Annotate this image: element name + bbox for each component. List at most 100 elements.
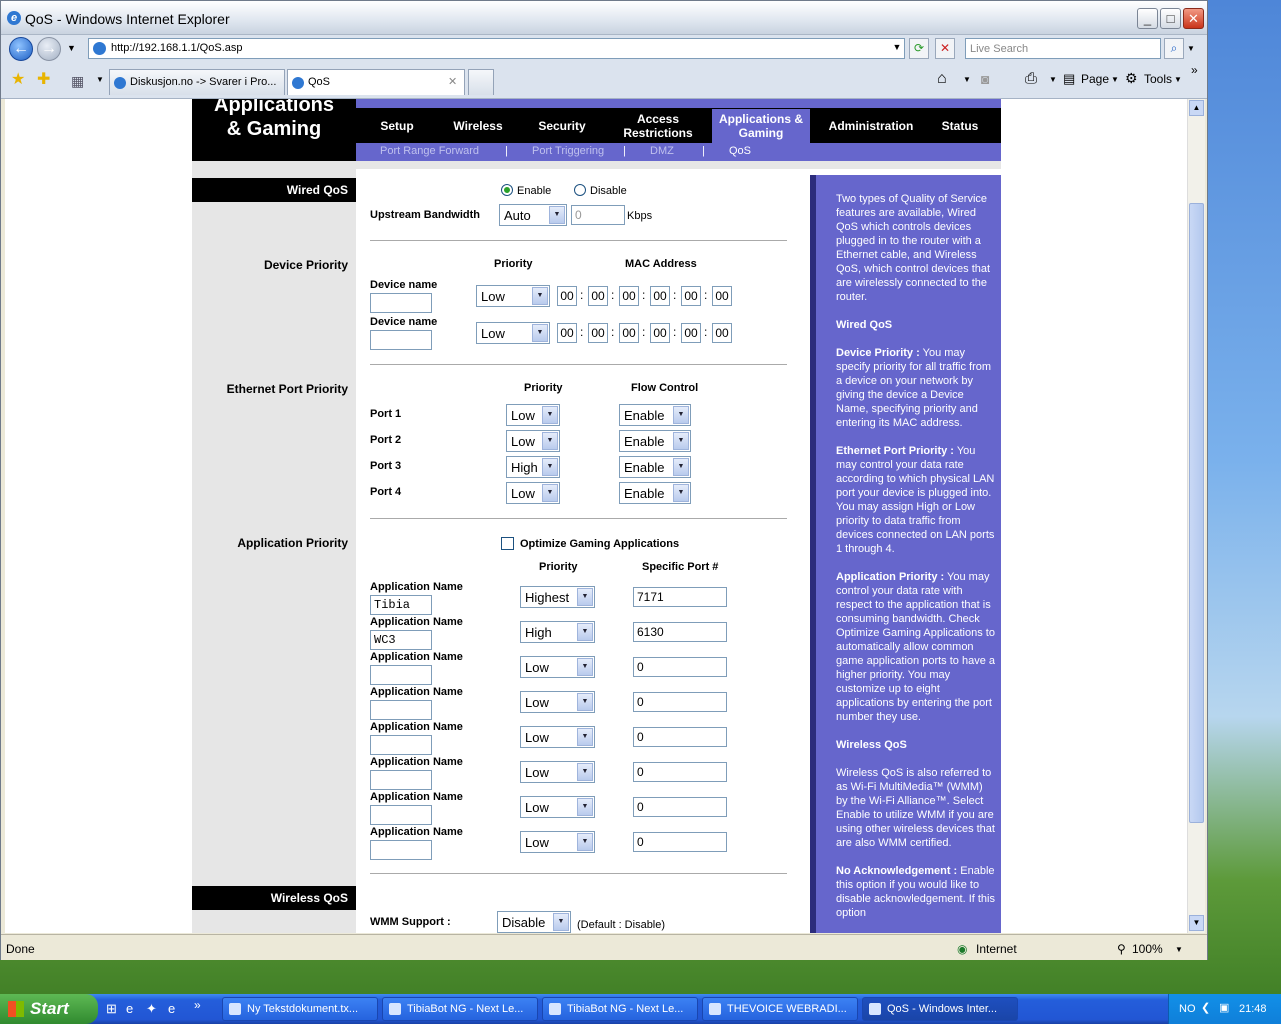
tab-qos[interactable]: QoS ✕ [287,69,465,95]
menu-setup[interactable]: Setup [364,109,430,143]
feeds-icon[interactable]: ◙ [981,71,989,87]
quick-launch-app-icon[interactable]: ✦ [146,1001,157,1017]
mac-octet-input[interactable]: 00 [619,323,639,343]
home-icon[interactable]: ⌂ [937,70,947,88]
zoom-level[interactable]: 100% [1132,942,1163,956]
mac-octet-input[interactable]: 00 [681,323,701,343]
sub-dmz[interactable]: DMZ [650,145,674,157]
application-port-input[interactable]: 0 [633,832,727,852]
application-name-input[interactable] [370,735,432,755]
mac-octet-input[interactable]: 00 [650,323,670,343]
forward-button[interactable]: → [37,37,61,61]
mac-octet-input[interactable]: 00 [712,286,732,306]
wmm-support-select[interactable]: Disable ▼ [497,911,571,933]
page-menu[interactable]: Page [1081,72,1109,86]
application-name-input[interactable] [370,700,432,720]
application-name-input[interactable]: WC3 [370,630,432,650]
port-priority-select[interactable]: High ▼ [506,456,560,478]
back-button[interactable]: ← [9,37,33,61]
application-port-input[interactable]: 0 [633,692,727,712]
start-button[interactable]: Start [0,994,98,1024]
page-dropdown-icon[interactable]: ▼ [1111,75,1119,84]
menu-applications-gaming[interactable]: Applications & Gaming [712,109,810,143]
mac-octet-input[interactable]: 00 [712,323,732,343]
taskbar-item[interactable]: TibiaBot NG - Next Le... [382,997,538,1021]
port-priority-select[interactable]: Low ▼ [506,482,560,504]
print-icon[interactable]: ⎙ [1025,70,1037,87]
tray-chevron-icon[interactable]: ❮ [1201,1001,1210,1014]
sub-port-range-forward[interactable]: Port Range Forward [380,145,479,157]
application-name-input[interactable]: Tibia [370,595,432,615]
print-dropdown-icon[interactable]: ▼ [1049,75,1057,84]
upstream-bandwidth-select[interactable]: Auto ▼ [499,204,567,226]
port-priority-select[interactable]: Low ▼ [506,404,560,426]
wired-disable-radio[interactable] [574,184,586,196]
taskbar-item[interactable]: Ny Tekstdokument.tx... [222,997,378,1021]
quick-launch-ie-icon[interactable]: e [126,1001,133,1016]
application-name-input[interactable] [370,770,432,790]
device-priority-select[interactable]: Low ▼ [476,285,550,307]
application-priority-select[interactable]: Low ▼ [520,796,595,818]
tray-app-icon[interactable]: ▣ [1219,1001,1229,1014]
device-name-input[interactable] [370,330,432,350]
maximize-button[interactable]: □ [1160,8,1181,29]
application-priority-select[interactable]: Low ▼ [520,691,595,713]
language-indicator[interactable]: NO [1179,1003,1196,1015]
tab-list-icon[interactable]: ▼ [96,75,104,84]
stop-icon[interactable]: ✕ [935,38,955,59]
close-tab-icon[interactable]: ✕ [448,75,457,88]
quick-tabs-icon[interactable]: ▦ [71,73,84,90]
application-port-input[interactable]: 0 [633,727,727,747]
mac-octet-input[interactable]: 00 [588,286,608,306]
wired-enable-radio[interactable] [501,184,513,196]
minimize-button[interactable]: _ [1137,8,1158,29]
scroll-down-icon[interactable]: ▼ [1189,915,1204,931]
application-port-input[interactable]: 7171 [633,587,727,607]
search-icon[interactable]: ⌕ [1164,38,1184,59]
port-flow-control-select[interactable]: Enable ▼ [619,430,691,452]
application-name-input[interactable] [370,840,432,860]
device-priority-select[interactable]: Low ▼ [476,322,550,344]
application-priority-select[interactable]: Low ▼ [520,656,595,678]
mac-octet-input[interactable]: 00 [619,286,639,306]
search-input[interactable]: Live Search [965,38,1161,59]
new-tab-button[interactable] [468,69,494,95]
application-port-input[interactable]: 0 [633,762,727,782]
tab-diskusjon[interactable]: Diskusjon.no -> Svarer i Pro... [109,69,285,95]
sub-port-triggering[interactable]: Port Triggering [532,145,604,157]
menu-access-restrictions[interactable]: Access Restrictions [608,109,708,143]
quick-launch-desktop-icon[interactable]: ⊞ [106,1001,117,1017]
optimize-gaming-checkbox[interactable] [501,537,514,550]
chevron-more-icon[interactable]: » [1191,63,1198,77]
taskbar-item[interactable]: QoS - Windows Inter... [862,997,1018,1021]
address-bar[interactable]: http://192.168.1.1/QoS.asp [88,38,905,59]
menu-administration[interactable]: Administration [816,109,926,143]
application-name-input[interactable] [370,665,432,685]
port-priority-select[interactable]: Low ▼ [506,430,560,452]
port-flow-control-select[interactable]: Enable ▼ [619,456,691,478]
application-port-input[interactable]: 0 [633,797,727,817]
application-priority-select[interactable]: Low ▼ [520,726,595,748]
sub-qos[interactable]: QoS [729,145,751,157]
refresh-icon[interactable]: ⟳ [909,38,929,59]
application-port-input[interactable]: 0 [633,657,727,677]
port-flow-control-select[interactable]: Enable ▼ [619,482,691,504]
address-dropdown-icon[interactable]: ▼ [887,38,907,59]
mac-octet-input[interactable]: 00 [650,286,670,306]
application-port-input[interactable]: 6130 [633,622,727,642]
mac-octet-input[interactable]: 00 [588,323,608,343]
vertical-scrollbar[interactable]: ▲ ▼ [1187,99,1205,933]
zoom-dropdown-icon[interactable]: ▼ [1175,945,1183,954]
scroll-thumb[interactable] [1189,203,1204,823]
application-name-input[interactable] [370,805,432,825]
menu-status[interactable]: Status [930,109,990,143]
mac-octet-input[interactable]: 00 [557,323,577,343]
tools-menu[interactable]: Tools [1144,72,1172,86]
taskbar-item[interactable]: TibiaBot NG - Next Le... [542,997,698,1021]
application-priority-select[interactable]: Highest ▼ [520,586,595,608]
scroll-up-icon[interactable]: ▲ [1189,100,1204,116]
mac-octet-input[interactable]: 00 [557,286,577,306]
close-button[interactable]: ✕ [1183,8,1204,29]
taskbar-item[interactable]: THEVOICE WEBRADI... [702,997,858,1021]
application-priority-select[interactable]: Low ▼ [520,831,595,853]
